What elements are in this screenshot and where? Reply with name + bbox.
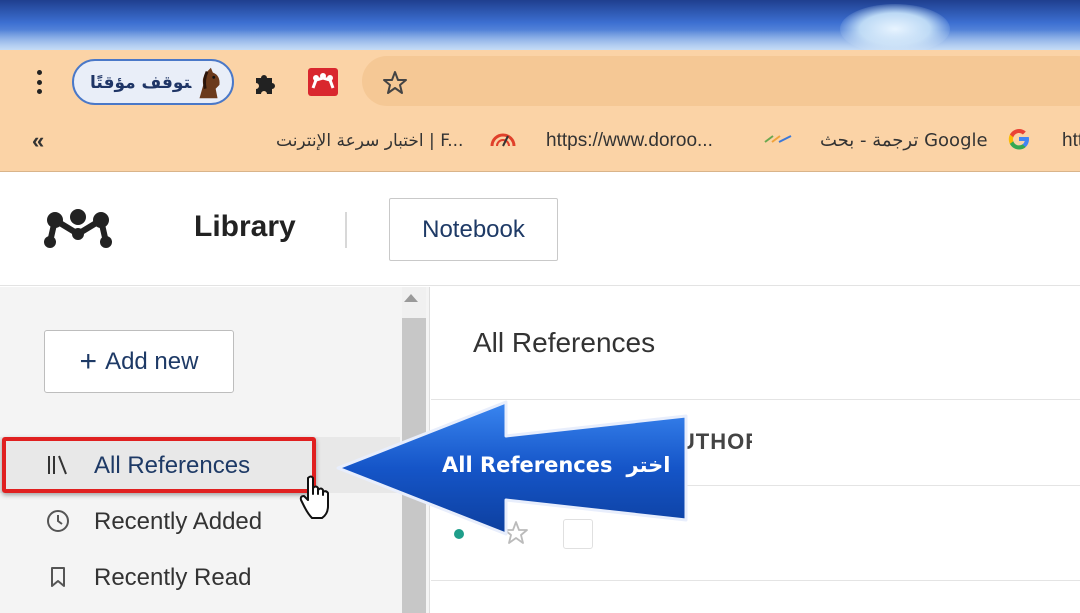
clock-icon [47,510,69,532]
add-new-button[interactable]: + Add new [44,330,234,393]
screen: متوقف مؤقتًا « اختبار سرعة الإنترنت | F.… [0,0,1080,613]
plus-icon: + [79,344,98,378]
app-header: Library Notebook [0,172,1080,286]
speedometer-icon [490,133,516,147]
google-g-icon [1008,129,1029,150]
callout-text: All References اختر [442,453,670,477]
header-divider [345,212,347,248]
hand-cursor-icon [299,475,329,519]
bookmark-more[interactable]: htt [1062,128,1080,154]
extensions-puzzle-icon[interactable] [252,68,280,96]
highlight-box [2,437,316,493]
profile-status-label: متوقف مؤقتًا [90,73,202,93]
sidebar-item-label: Recently Added [94,508,263,535]
divider [431,580,1080,581]
page-title: All References [473,327,656,358]
sidebar-item-recently-read[interactable]: Recently Read [0,549,400,605]
add-new-label: Add new [105,347,199,375]
bookmark-google-translate[interactable]: ترجمة - بحث Google [820,128,988,154]
library-title[interactable]: Library [194,210,296,244]
bookmark-icon [51,567,65,587]
horse-avatar-icon [190,64,228,102]
notebook-button[interactable]: Notebook [389,198,558,261]
mendeley-logo-icon[interactable] [42,208,114,250]
doroo-favicon-icon [764,135,792,143]
bookmark-doroo[interactable]: https://www.doroo... [546,128,713,154]
callout-text-en: All References [442,453,613,477]
desktop-wallpaper [0,0,1080,54]
sidebar-item-label: Recently Read [94,564,252,591]
bookmarks-overflow-chevron[interactable]: « [32,128,44,154]
callout-text-ar: اختر [626,453,671,477]
profile-button[interactable]: متوقف مؤقتًا [72,59,234,105]
scroll-up-arrow-icon[interactable] [404,294,418,302]
wallpaper-haze [0,30,1080,50]
address-bar[interactable] [362,56,1080,106]
mendeley-extension-icon[interactable] [308,68,338,96]
bookmarks-bar: « اختبار سرعة الإنترنت | F... https://ww… [0,112,1080,172]
bookmark-star-icon[interactable] [382,70,408,96]
bookmark-speed-test[interactable]: اختبار سرعة الإنترنت | F... [276,128,476,154]
browser-toolbar: متوقف مؤقتًا [0,50,1080,112]
browser-menu-icon[interactable] [30,66,48,98]
